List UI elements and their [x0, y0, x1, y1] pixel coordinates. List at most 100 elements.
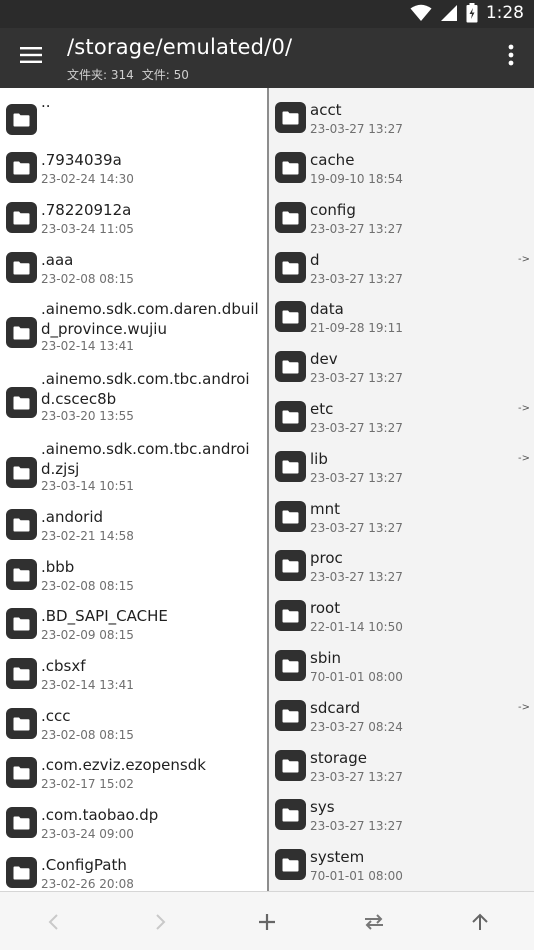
file-row[interactable]: mnt 23-03-27 13:27 [269, 493, 534, 543]
file-row[interactable]: .aaa 23-02-08 08:15 [0, 244, 267, 294]
battery-icon [466, 3, 478, 23]
file-row[interactable]: system 70-01-01 08:00 [269, 841, 534, 891]
file-name: proc [310, 549, 343, 567]
file-date: 23-03-24 09:00 [41, 827, 134, 841]
folder-icon [6, 152, 37, 183]
file-name: d [310, 251, 320, 269]
file-date: 23-03-27 13:27 [310, 521, 403, 535]
file-name: .cbsxf [41, 657, 86, 675]
folder-icon [275, 351, 306, 382]
file-row[interactable]: .ainemo.sdk.com.tbc.android.cscec8b 23-03… [0, 363, 267, 433]
file-name: .ccc [41, 707, 71, 725]
file-date: 21-09-28 19:11 [310, 321, 403, 335]
file-date: 23-03-20 13:55 [41, 409, 134, 423]
file-row[interactable]: d 23-03-27 13:27 -> [269, 244, 534, 294]
file-name: system [310, 848, 365, 866]
file-row[interactable]: .ainemo.sdk.com.daren.dbuild_province.wu… [0, 293, 267, 363]
file-row[interactable]: sys 23-03-27 13:27 [269, 791, 534, 841]
folder-icon [275, 849, 306, 880]
file-row[interactable]: proc 23-03-27 13:27 [269, 542, 534, 592]
up-directory-button[interactable] [466, 908, 494, 936]
menu-icon[interactable] [18, 42, 44, 68]
file-row[interactable]: .andorid 23-02-21 14:58 [0, 501, 267, 551]
file-date: 23-03-27 13:27 [310, 570, 403, 584]
file-date: 23-02-14 13:41 [41, 678, 134, 692]
symlink-indicator: -> [518, 403, 530, 414]
folder-icon [275, 550, 306, 581]
file-row[interactable]: cache 19-09-10 18:54 [269, 144, 534, 194]
folder-icon [6, 807, 37, 838]
status-time: 1:28 [485, 3, 524, 23]
folder-icon [275, 750, 306, 781]
file-row[interactable]: storage 23-03-27 13:27 [269, 742, 534, 792]
file-row[interactable]: .7934039a 23-02-24 14:30 [0, 144, 267, 194]
file-row[interactable]: data 21-09-28 19:11 [269, 293, 534, 343]
file-row[interactable]: dev 23-03-27 13:27 [269, 343, 534, 393]
more-vert-icon[interactable] [506, 42, 516, 68]
file-row[interactable]: sdcard 23-03-27 08:24 -> [269, 692, 534, 742]
file-name: mnt [310, 500, 340, 518]
folder-icon [275, 451, 306, 482]
folder-count: 文件夹: 314 [67, 68, 134, 82]
file-date: 23-02-24 14:30 [41, 172, 134, 186]
file-row[interactable]: .ccc 23-02-08 08:15 [0, 700, 267, 750]
file-date: 23-02-14 13:41 [41, 339, 134, 353]
file-name: .com.ezviz.ezopensdk [41, 756, 206, 774]
file-name: storage [310, 749, 367, 767]
folder-icon [6, 317, 37, 348]
up-icon [472, 913, 488, 930]
file-date: 19-09-10 18:54 [310, 172, 403, 186]
bottom-toolbar [0, 891, 534, 950]
file-row[interactable]: lib 23-03-27 13:27 -> [269, 443, 534, 493]
file-row[interactable]: acct 23-03-27 13:27 [269, 94, 534, 144]
file-count: 文件: 50 [141, 68, 189, 82]
file-date: 23-02-26 20:08 [41, 877, 134, 891]
file-date: 23-02-08 08:15 [41, 272, 134, 286]
folder-icon [6, 857, 37, 888]
right-pane[interactable]: acct 23-03-27 13:27 cache 19-09-10 18:54 con… [269, 88, 534, 891]
file-row[interactable]: .BD_SAPI_CACHE 23-02-09 08:15 [0, 600, 267, 650]
folder-icon [6, 509, 37, 540]
file-row[interactable]: etc 23-03-27 13:27 -> [269, 393, 534, 443]
back-icon [48, 914, 58, 930]
file-row[interactable]: .com.ezviz.ezopensdk 23-02-17 15:02 [0, 749, 267, 799]
swap-button[interactable] [360, 908, 388, 936]
back-button[interactable] [40, 908, 68, 936]
file-date: 70-01-01 08:00 [310, 869, 403, 883]
file-date: 70-01-01 08:00 [310, 670, 403, 684]
add-button[interactable] [253, 908, 281, 936]
file-name: .BD_SAPI_CACHE [41, 607, 168, 625]
file-row[interactable]: .com.taobao.dp 23-03-24 09:00 [0, 799, 267, 849]
file-name: .com.taobao.dp [41, 806, 159, 824]
swap-icon [365, 914, 383, 930]
file-row[interactable]: .ConfigPath 23-02-26 20:08 [0, 849, 267, 891]
folder-icon [275, 252, 306, 283]
dual-pane-browser: .. .7934039a 23-02-24 14:30 .78220912a 23-03… [0, 88, 534, 891]
file-name: .ainemo.sdk.com.tbc.android.cscec8b [41, 370, 250, 408]
file-name: .ainemo.sdk.com.daren.dbuild_province.wu… [41, 300, 259, 338]
file-name: dev [310, 350, 338, 368]
file-row[interactable]: sbin 70-01-01 08:00 [269, 642, 534, 692]
file-row[interactable]: .bbb 23-02-08 08:15 [0, 551, 267, 601]
file-name: sdcard [310, 699, 361, 717]
file-date: 23-02-08 08:15 [41, 728, 134, 742]
status-bar: 1:28 [0, 0, 534, 28]
folder-icon [275, 600, 306, 631]
file-name: etc [310, 400, 334, 418]
file-row[interactable]: config 23-03-27 13:27 [269, 194, 534, 244]
file-date: 23-03-27 13:27 [310, 819, 403, 833]
left-pane[interactable]: .. .7934039a 23-02-24 14:30 .78220912a 23-03… [0, 88, 267, 891]
file-name: lib [310, 450, 328, 468]
file-name: sys [310, 798, 335, 816]
file-date: 23-03-24 11:05 [41, 222, 134, 236]
file-row[interactable]: .ainemo.sdk.com.tbc.android.zjsj 23-03-14… [0, 433, 267, 503]
file-name: .aaa [41, 251, 74, 269]
add-icon [259, 914, 275, 930]
file-row[interactable]: .. [0, 93, 267, 146]
folder-icon [6, 252, 37, 283]
file-date: 23-03-27 13:27 [310, 770, 403, 784]
file-row[interactable]: .78220912a 23-03-24 11:05 [0, 194, 267, 244]
file-row[interactable]: .cbsxf 23-02-14 13:41 [0, 650, 267, 700]
forward-button[interactable] [146, 908, 174, 936]
file-row[interactable]: root 22-01-14 10:50 [269, 592, 534, 642]
